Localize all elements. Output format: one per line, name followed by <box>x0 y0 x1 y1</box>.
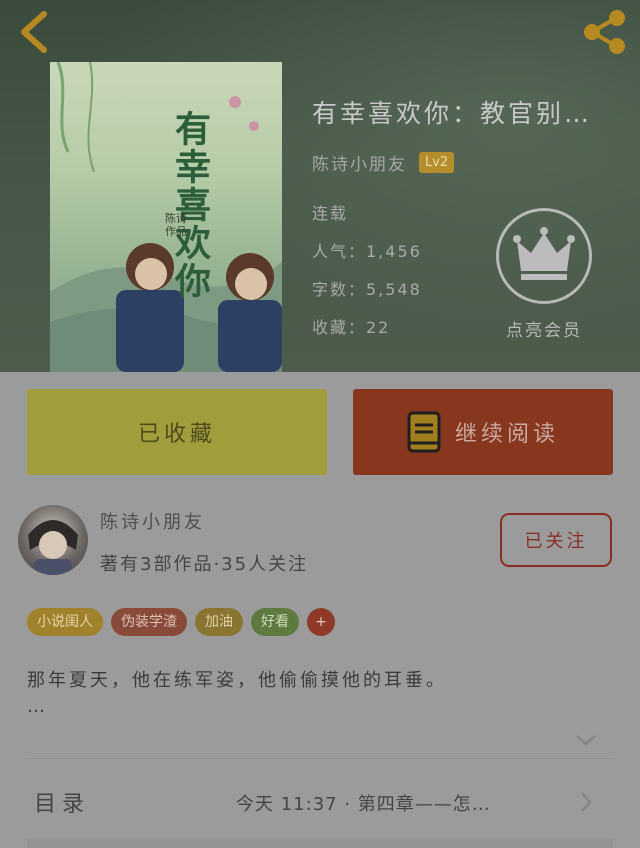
latest-chapter[interactable]: 今天 11:37 · 第四章——怎… <box>236 790 552 816</box>
favorites-stat: 收藏：22 <box>312 318 391 337</box>
cover-title-art: 有幸喜欢你 <box>169 110 211 300</box>
vip-label: 点亮会员 <box>506 321 582 341</box>
share-button[interactable] <box>578 8 630 56</box>
tag-chip[interactable]: 伪装学渣 <box>111 608 187 636</box>
share-icon <box>584 10 625 54</box>
continue-reading-button[interactable]: 继续阅读 <box>353 389 613 475</box>
collected-label: 已收藏 <box>137 422 216 447</box>
book-icon <box>407 411 441 453</box>
vip-circle <box>496 208 592 304</box>
book-header: 有幸喜欢你 陈诗 作品 有幸喜欢你：教官别… 陈诗小朋友 Lv2 连载 人气：1… <box>0 0 640 372</box>
divider <box>27 758 613 759</box>
chevron-down-icon[interactable] <box>574 732 598 748</box>
collected-button[interactable]: 已收藏 <box>27 389 327 475</box>
tag-list: 小说闺人 伪装学渣 加油 好看 + <box>27 608 335 636</box>
tag-chip[interactable]: 小说闺人 <box>27 608 103 636</box>
bottom-strip <box>27 838 613 848</box>
word-count-stat: 字数：5,548 <box>312 280 422 299</box>
continue-reading-label: 继续阅读 <box>454 422 559 447</box>
tag-chip[interactable]: 加油 <box>195 608 243 636</box>
tag-chip[interactable]: 好看 <box>251 608 299 636</box>
author-row: 陈诗小朋友 Lv2 <box>312 150 455 175</box>
author-card-name[interactable]: 陈诗小朋友 <box>100 508 205 534</box>
book-cover[interactable]: 有幸喜欢你 陈诗 作品 <box>50 62 282 372</box>
toc-label[interactable]: 目录 <box>34 786 90 818</box>
followed-button[interactable]: 已关注 <box>500 513 612 567</box>
author-name[interactable]: 陈诗小朋友 <box>312 150 407 175</box>
book-title: 有幸喜欢你：教官别… <box>312 99 593 128</box>
vip-button[interactable]: 点亮会员 <box>494 208 594 341</box>
add-tag-button[interactable]: + <box>307 608 335 636</box>
author-avatar[interactable] <box>18 505 88 575</box>
serial-status: 连载 <box>312 204 349 223</box>
crown-icon <box>513 227 575 280</box>
description-line: 那年夏天，他在练军姿，他偷偷摸他的耳垂。 <box>27 670 447 691</box>
popularity-stat: 人气：1,456 <box>312 242 422 261</box>
followed-label: 已关注 <box>524 531 588 552</box>
chevron-left-icon <box>21 11 47 53</box>
chevron-right-icon[interactable] <box>578 790 594 814</box>
book-detail-body: 已收藏 继续阅读 陈诗小朋友 著有3部作品·35人关注 已关注 小说闺人 伪装学渣… <box>0 372 640 848</box>
avatar-illustration <box>28 520 78 575</box>
back-button[interactable] <box>14 8 58 56</box>
book-description[interactable]: 那年夏天，他在练军姿，他偷偷摸他的耳垂。 … <box>27 668 607 720</box>
description-ellipsis: … <box>27 696 48 717</box>
cover-tag-line2: 作品 <box>165 225 187 238</box>
cover-tag-line1: 陈诗 <box>165 212 187 225</box>
level-badge: Lv2 <box>419 152 455 173</box>
cover-tag: 陈诗 作品 <box>165 212 187 238</box>
author-card-meta: 著有3部作品·35人关注 <box>100 554 309 575</box>
